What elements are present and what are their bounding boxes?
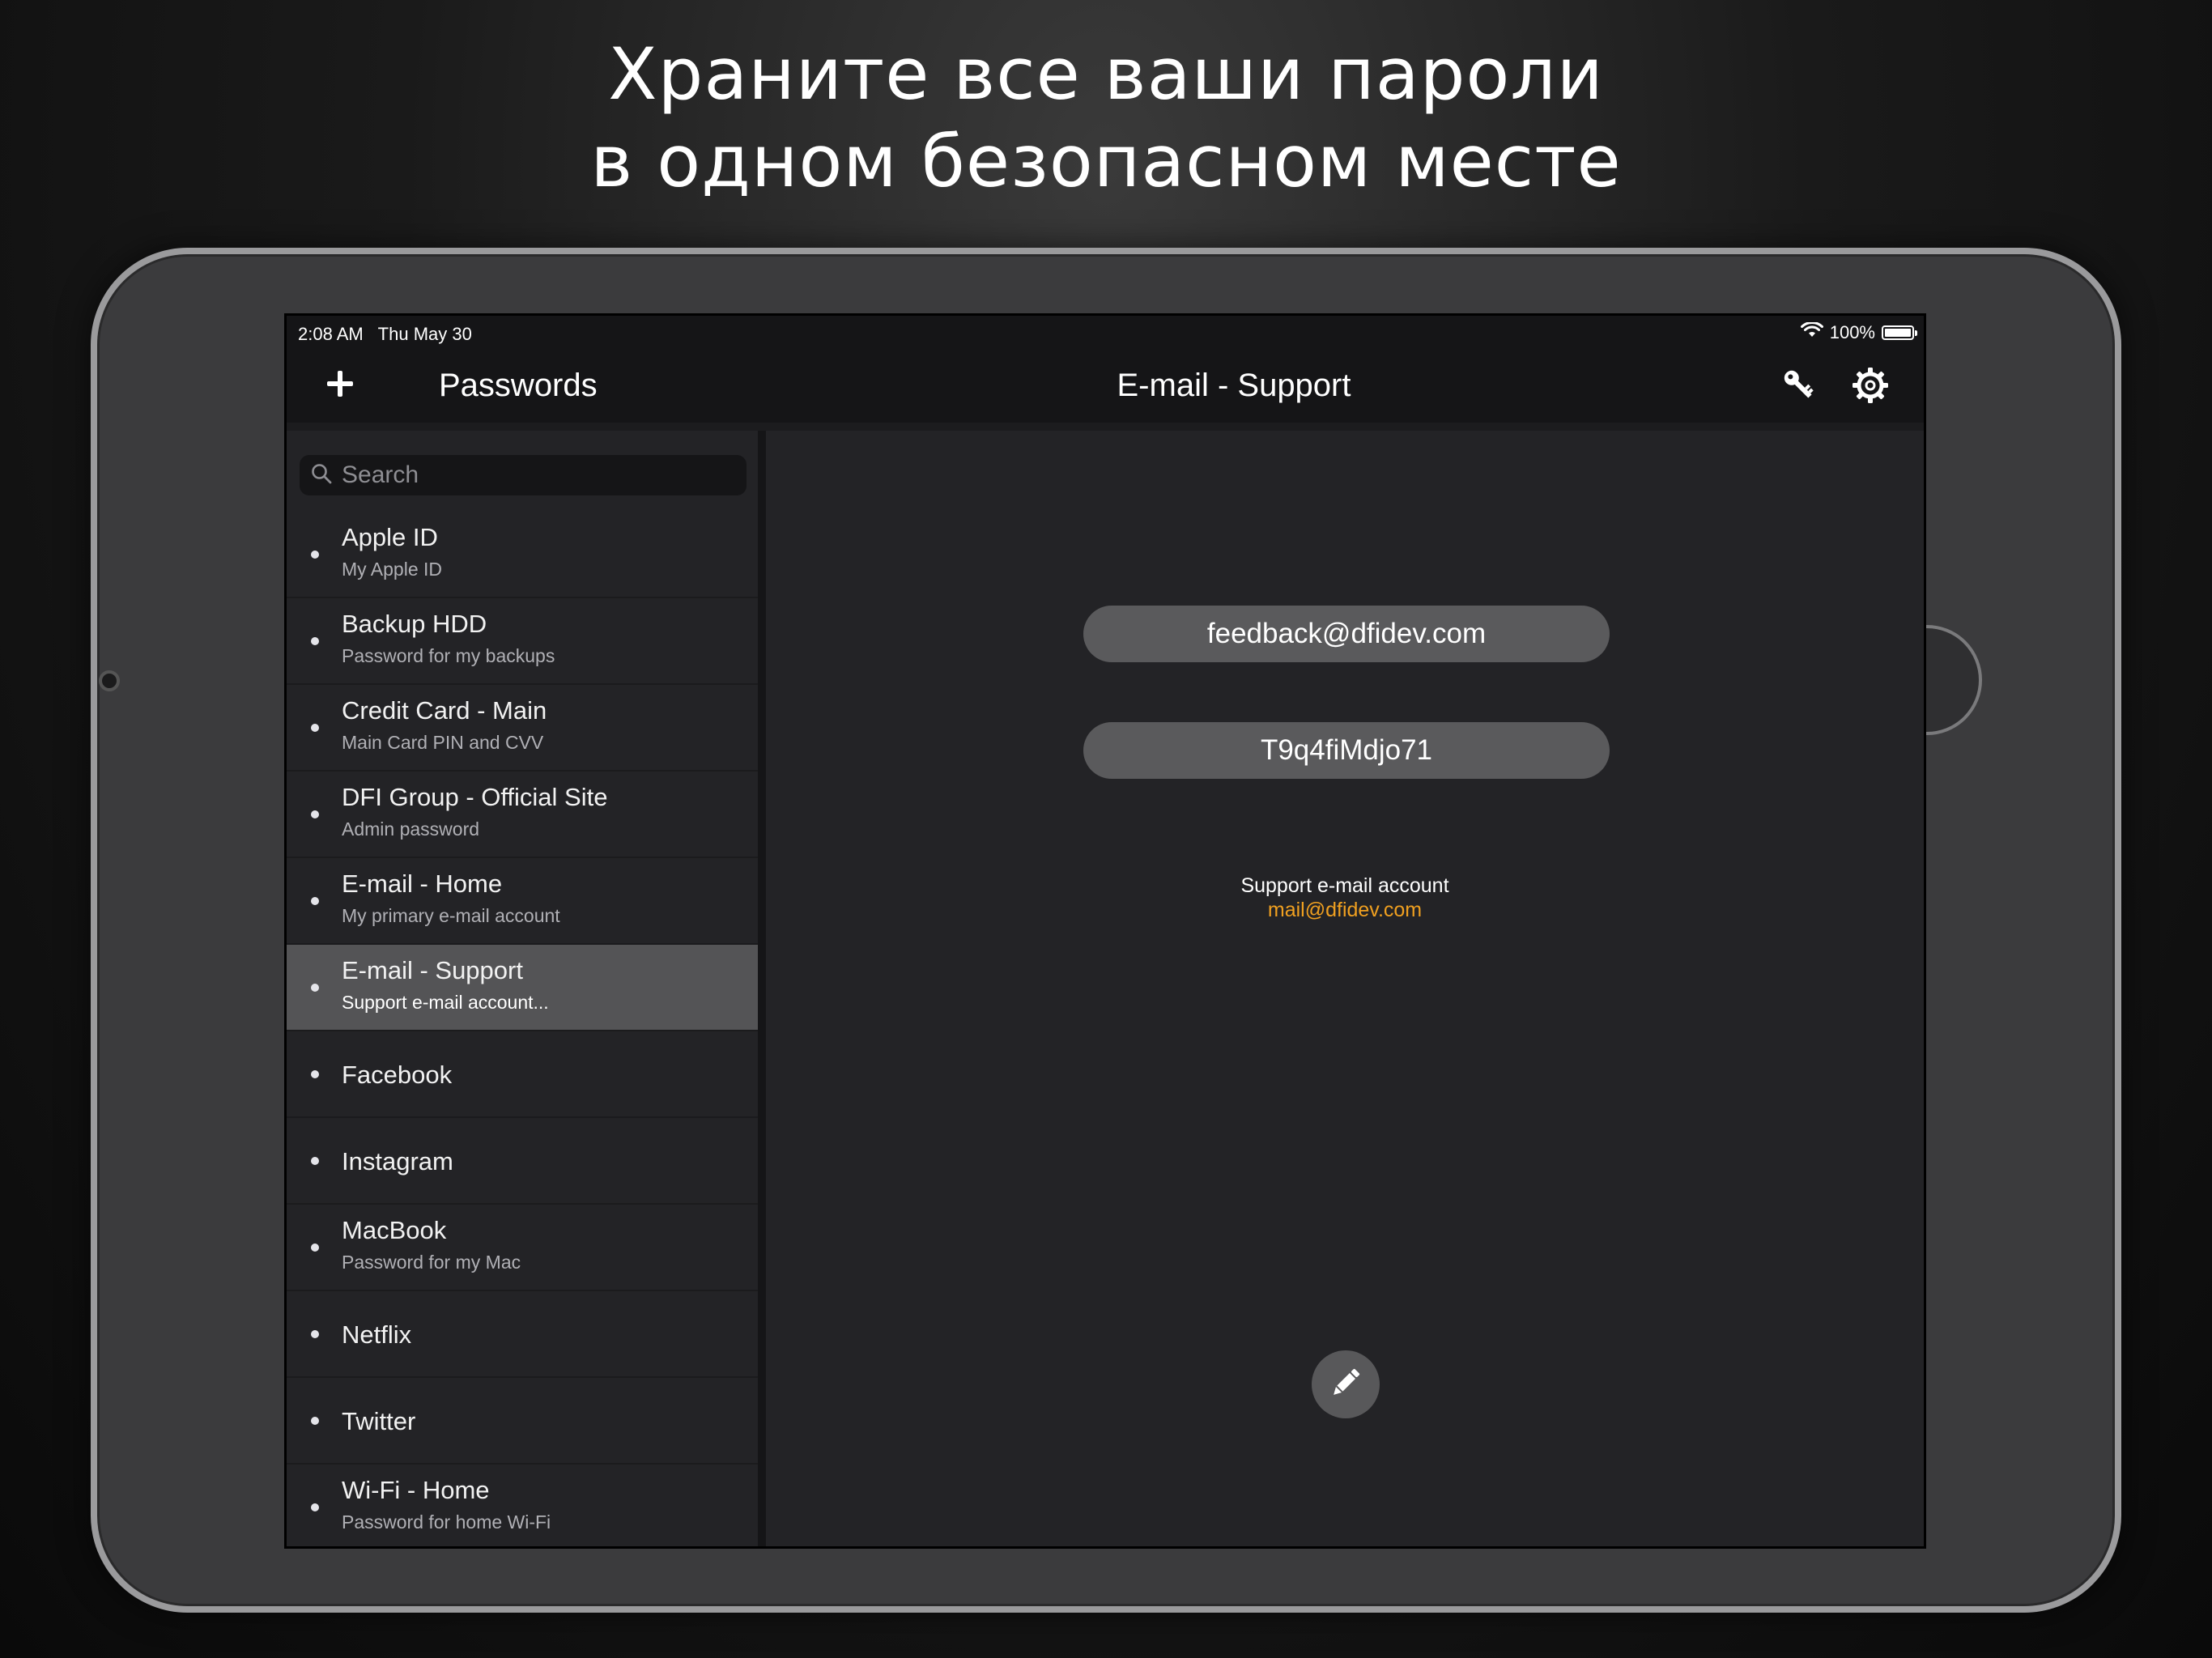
note-text: Support e-mail account xyxy=(1240,874,1449,897)
status-clock: 2:08 AM Thu May 30 xyxy=(298,324,472,345)
login-field[interactable]: feedback@dfidev.com xyxy=(1083,606,1610,662)
list-item-title: Twitter xyxy=(342,1407,416,1435)
list-item[interactable]: E-mail - Home My primary e-mail account xyxy=(287,858,758,945)
list-item-title: Apple ID xyxy=(342,523,438,551)
list-item-subtitle: Password for my backups xyxy=(342,645,555,666)
sidebar: Apple ID My Apple ID Backup HDD Password fo… xyxy=(287,431,758,1546)
list-item[interactable]: Twitter xyxy=(287,1378,758,1465)
status-bar: 2:08 AM Thu May 30 100% xyxy=(287,316,1924,353)
list-item-title: Instagram xyxy=(342,1147,453,1175)
bullet-icon xyxy=(311,1417,319,1425)
split-divider xyxy=(758,431,766,1546)
battery-icon xyxy=(1882,325,1917,340)
password-list: Apple ID My Apple ID Backup HDD Password fo… xyxy=(287,512,758,1546)
sidebar-title: Passwords xyxy=(439,368,598,403)
camera-icon xyxy=(99,670,120,691)
headline-line-1: Храните все ваши пароли xyxy=(608,32,1604,116)
list-item[interactable]: Facebook xyxy=(287,1031,758,1118)
list-item-title: E-mail - Home xyxy=(342,869,503,898)
list-item[interactable]: Netflix xyxy=(287,1291,758,1378)
bullet-icon xyxy=(311,984,319,992)
detail-title: E-mail - Support xyxy=(1117,368,1351,403)
bullet-icon xyxy=(311,897,319,905)
list-item-title: Facebook xyxy=(342,1061,453,1089)
bullet-icon xyxy=(311,1503,319,1511)
detail-pane: feedback@dfidev.com T9q4fiMdjo71 Support… xyxy=(766,431,1924,1546)
password-generator-button[interactable] xyxy=(1776,364,1822,410)
settings-button[interactable] xyxy=(1848,364,1893,410)
pencil-icon xyxy=(1328,1365,1363,1405)
list-item-title: Credit Card - Main xyxy=(342,696,547,725)
plus-icon xyxy=(324,368,356,404)
edit-button[interactable] xyxy=(1312,1350,1380,1418)
search-input[interactable] xyxy=(342,461,747,489)
battery-percent: 100% xyxy=(1829,322,1875,342)
search-bar[interactable] xyxy=(300,455,747,495)
login-value: feedback@dfidev.com xyxy=(1206,618,1487,649)
bullet-icon xyxy=(311,810,319,818)
bullet-icon xyxy=(311,637,319,645)
status-indicators: 100% xyxy=(1800,321,1917,343)
add-button[interactable] xyxy=(316,361,364,410)
key-icon xyxy=(1780,367,1818,408)
bullet-icon xyxy=(311,724,319,732)
list-item-title: MacBook xyxy=(342,1216,447,1244)
list-item[interactable]: Wi-Fi - Home Password for home Wi-Fi xyxy=(287,1465,758,1546)
list-item-subtitle: My primary e-mail account xyxy=(342,905,560,926)
bullet-icon xyxy=(311,551,319,559)
list-item-subtitle: Main Card PIN and CVV xyxy=(342,732,544,753)
list-item[interactable]: Backup HDD Password for my backups xyxy=(287,598,758,685)
status-date: Thu May 30 xyxy=(377,324,472,344)
headline-line-2: в одном безопасном месте xyxy=(590,120,1622,203)
list-item[interactable]: MacBook Password for my Mac xyxy=(287,1205,758,1291)
bullet-icon xyxy=(311,1070,319,1078)
list-item-subtitle: Password for my Mac xyxy=(342,1252,521,1273)
list-item-subtitle: Support e-mail account... xyxy=(342,992,549,1013)
password-field[interactable]: T9q4fiMdjo71 xyxy=(1083,722,1610,779)
battery-level xyxy=(1885,329,1911,337)
headline: Храните все ваши пароли в одном безопасн… xyxy=(0,31,2212,206)
navigation-bar: Passwords E-mail - Support xyxy=(287,353,1924,423)
app-screen: 2:08 AM Thu May 30 100% Passwords E-mail… xyxy=(284,313,1926,1549)
list-item[interactable]: Credit Card - Main Main Card PIN and CVV xyxy=(287,685,758,772)
note-link[interactable]: mail@dfidev.com xyxy=(766,899,1924,922)
list-item[interactable]: Instagram xyxy=(287,1118,758,1205)
password-value: T9q4fiMdjo71 xyxy=(1260,734,1433,766)
list-item-title: E-mail - Support xyxy=(342,956,523,984)
list-item[interactable]: DFI Group - Official Site Admin password xyxy=(287,772,758,858)
list-item-title: DFI Group - Official Site xyxy=(342,783,608,811)
list-item-title: Netflix xyxy=(342,1320,412,1349)
list-item-title: Wi-Fi - Home xyxy=(342,1476,490,1504)
bullet-icon xyxy=(311,1157,319,1165)
bullet-icon xyxy=(311,1244,319,1252)
list-item-title: Backup HDD xyxy=(342,610,487,638)
list-item-subtitle: My Apple ID xyxy=(342,559,442,580)
list-item[interactable]: E-mail - Support Support e-mail account..… xyxy=(287,945,758,1031)
list-item[interactable]: Apple ID My Apple ID xyxy=(287,512,758,598)
list-item-subtitle: Password for home Wi-Fi xyxy=(342,1511,551,1533)
search-icon xyxy=(311,463,332,488)
gear-icon xyxy=(1851,366,1890,409)
list-item-subtitle: Admin password xyxy=(342,818,480,840)
wifi-icon xyxy=(1800,321,1823,343)
bullet-icon xyxy=(311,1330,319,1338)
status-time: 2:08 AM xyxy=(298,324,364,344)
